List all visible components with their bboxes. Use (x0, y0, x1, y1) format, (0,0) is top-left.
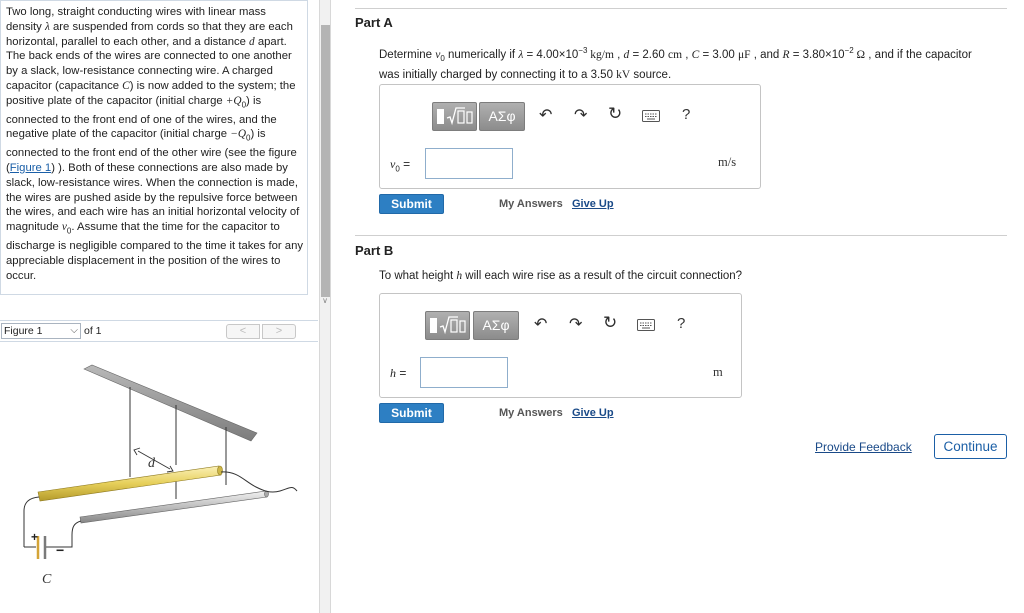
provide-feedback-link[interactable]: Provide Feedback (815, 440, 912, 454)
part-b-submit-button[interactable]: Submit (379, 403, 444, 423)
h-answer-input[interactable] (420, 357, 508, 388)
part-a-submit-button[interactable]: Submit (379, 194, 444, 214)
greek-symbols-button[interactable]: ΑΣφ (473, 311, 519, 340)
problem-statement: Two long, straight conducting wires with… (6, 6, 304, 282)
part-b-give-up-link[interactable]: Give Up (572, 407, 614, 419)
part-a-my-answers: My Answers (499, 198, 563, 210)
divider (355, 235, 1007, 236)
figure-next-button[interactable]: > (262, 324, 296, 339)
label-plus: + (31, 530, 38, 544)
part-a-title: Part A (355, 15, 393, 30)
scroll-down-icon[interactable]: ∨ (320, 296, 330, 306)
h-unit: m (713, 365, 723, 379)
label-minus: − (56, 542, 64, 558)
v0-answer-input[interactable] (425, 148, 513, 179)
continue-button[interactable]: Continue (934, 434, 1007, 459)
part-b-my-answers: My Answers (499, 407, 563, 419)
v0-unit: m/s (718, 155, 737, 169)
lead-wire (23, 496, 40, 533)
help-icon[interactable]: ? (682, 106, 690, 123)
undo-icon[interactable]: ↶ (539, 105, 552, 125)
left-pane: Two long, straight conducting wires with… (0, 0, 318, 613)
redo-icon[interactable]: ↷ (574, 105, 587, 125)
help-icon[interactable]: ? (677, 315, 685, 332)
figure-prev-button[interactable]: < (226, 324, 260, 339)
reset-icon[interactable]: ↻ (603, 313, 617, 333)
part-b-answer-box: ΑΣφ ↶ ↷ ↻ ? h = m (379, 293, 742, 398)
label-d: d (148, 456, 156, 471)
keyboard-icon[interactable] (642, 110, 660, 122)
figure-link[interactable]: Figure 1 (10, 162, 51, 174)
keyboard-icon[interactable] (637, 319, 655, 331)
reset-icon[interactable]: ↻ (608, 104, 622, 124)
redo-icon[interactable]: ↷ (569, 314, 582, 334)
templates-button[interactable] (432, 102, 477, 131)
chevron-down-icon: ⌵ (70, 325, 78, 336)
figure-1-diagram: d + − C (23, 364, 298, 587)
greek-symbols-button[interactable]: ΑΣφ (479, 102, 525, 131)
connecting-wire (220, 471, 298, 493)
figure-select[interactable]: Figure 1 ⌵ (1, 323, 81, 339)
undo-icon[interactable]: ↶ (534, 314, 547, 334)
part-b-question: To what height h will each wire rise as … (379, 270, 743, 282)
fraction-radical-icon (437, 107, 473, 126)
label-C: C (42, 572, 52, 587)
ceiling-support (83, 364, 258, 442)
part-a-question: Determine v0 numerically if λ = 4.00×10−… (379, 46, 972, 82)
left-pane-scrollbar[interactable]: ∨ (319, 0, 331, 613)
problem-statement-box: Two long, straight conducting wires with… (0, 0, 308, 295)
part-b-title: Part B (355, 243, 394, 258)
templates-button[interactable] (425, 311, 470, 340)
figure-navigation-bar: Figure 1 ⌵ of 1 < > (0, 320, 318, 342)
part-a-answer-box: ΑΣφ ↶ ↷ ↻ ? v0 = m/s (379, 84, 761, 189)
part-a-give-up-link[interactable]: Give Up (572, 198, 614, 210)
figure-count: of 1 (84, 325, 102, 337)
v0-label: v0 = (390, 157, 411, 174)
scrollbar-thumb[interactable] (321, 25, 330, 297)
h-label: h = (390, 366, 407, 380)
divider (355, 8, 1007, 9)
fraction-radical-icon (430, 316, 466, 335)
wire-negative (79, 490, 268, 524)
